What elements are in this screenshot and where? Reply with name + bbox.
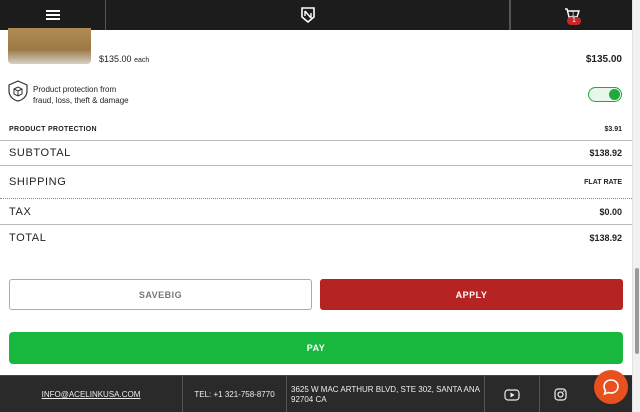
tax-value: $0.00: [599, 206, 622, 217]
brand-logo-link[interactable]: [106, 0, 510, 30]
protection-description: Product protection from fraud, loss, the…: [33, 85, 129, 105]
instagram-link[interactable]: [540, 376, 580, 412]
page-scrollbar[interactable]: [632, 0, 640, 412]
brand-shield-logo-icon: [300, 7, 315, 23]
chat-bubble-icon: [603, 379, 619, 396]
subtotal-value: $138.92: [589, 148, 622, 158]
coupon-section: SAVEBIG APPLY: [9, 279, 623, 310]
cart-button[interactable]: 1 1: [510, 0, 632, 30]
coupon-code-input[interactable]: SAVEBIG: [9, 279, 312, 310]
total-row: TOTAL $138.92: [0, 224, 632, 250]
subtotal-row: SUBTOTAL $138.92: [0, 140, 632, 165]
pay-button[interactable]: PAY: [9, 332, 623, 364]
cart-count-badge: 1: [567, 17, 581, 25]
email-link[interactable]: INFO@ACELINKUSA.COM: [42, 390, 141, 399]
footer-address: 3625 W MAC ARTHUR BLVD, STE 302, SANTA A…: [287, 376, 485, 412]
protection-shield-icon: [8, 80, 28, 102]
protection-value: $3.91: [604, 125, 622, 133]
toggle-knob: [609, 89, 620, 100]
product-thumbnail: [8, 28, 91, 64]
menu-button[interactable]: [0, 0, 106, 30]
live-chat-button[interactable]: [594, 370, 628, 404]
total-label: TOTAL: [9, 231, 47, 244]
product-line-item: $135.00 each $135.00: [0, 28, 632, 78]
apply-coupon-button[interactable]: APPLY: [320, 279, 623, 310]
footer-email-cell: INFO@ACELINKUSA.COM: [0, 376, 183, 412]
scrollbar-thumb[interactable]: [635, 268, 639, 354]
protection-toggle[interactable]: [588, 87, 622, 102]
hamburger-menu-icon: [45, 10, 60, 20]
youtube-link[interactable]: [485, 376, 540, 412]
order-summary: $135.00 each $135.00 Product protection …: [0, 28, 632, 250]
protection-line: PRODUCT PROTECTION $3.91: [0, 118, 632, 140]
subtotal-label: SUBTOTAL: [9, 147, 71, 159]
top-navigation-bar: 1 1: [0, 0, 632, 30]
protection-offer: Product protection from fraud, loss, the…: [0, 78, 632, 118]
youtube-icon: [504, 388, 520, 401]
shipping-label: SHIPPING: [9, 176, 67, 188]
tax-label: TAX: [9, 205, 32, 218]
tax-row: TAX $0.00: [0, 198, 632, 224]
footer-phone[interactable]: TEL: +1 321-758-8770: [183, 376, 287, 412]
shipping-row: SHIPPING FLAT RATE: [0, 165, 632, 198]
site-footer: INFO@ACELINKUSA.COM TEL: +1 321-758-8770…: [0, 375, 632, 412]
line-total: $135.00: [585, 54, 622, 65]
unit-price: $135.00 each: [99, 54, 150, 64]
shipping-value: FLAT RATE: [584, 178, 622, 186]
protection-label: PRODUCT PROTECTION: [9, 125, 97, 133]
total-value: $138.92: [589, 232, 622, 243]
instagram-icon: [553, 388, 567, 401]
